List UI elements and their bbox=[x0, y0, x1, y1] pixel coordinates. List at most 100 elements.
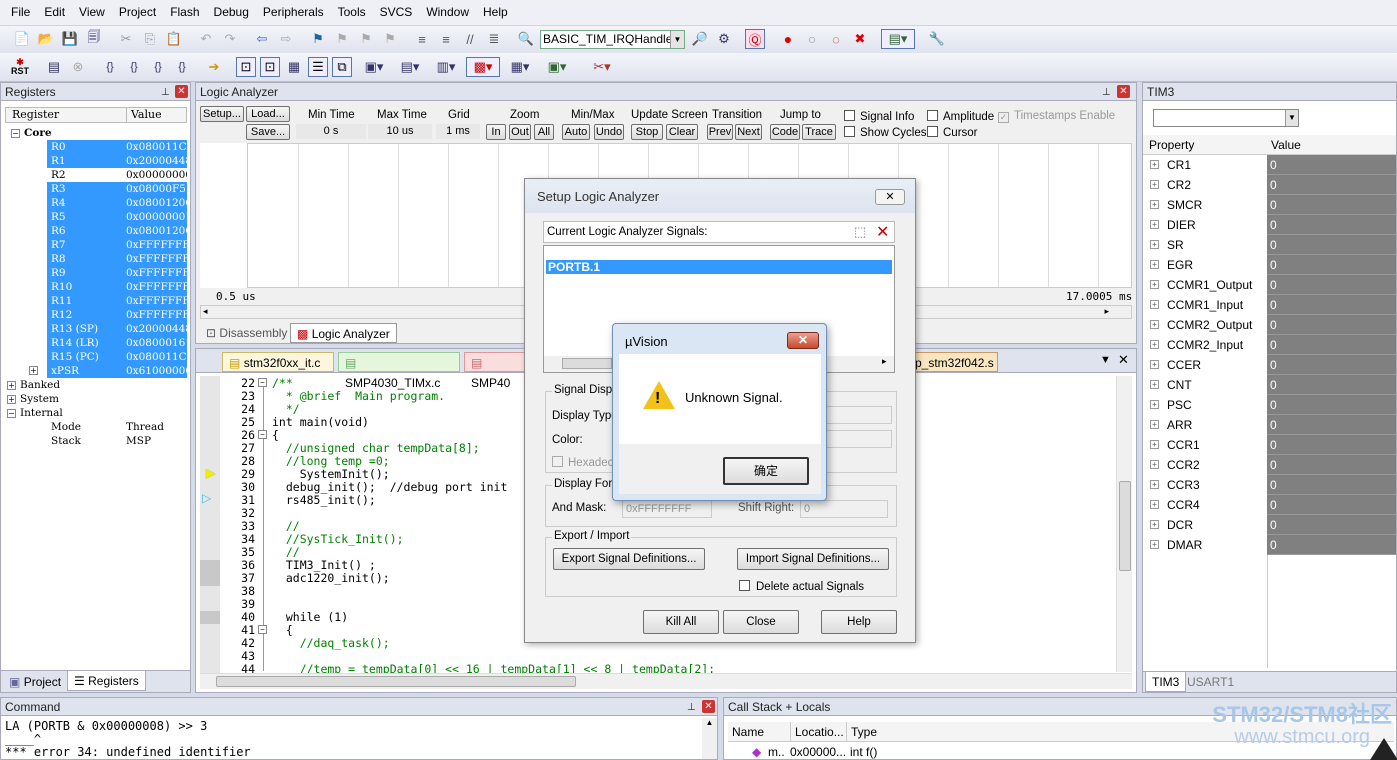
register-row[interactable]: R13 (SP) 0x20000448 bbox=[5, 322, 187, 336]
property-row[interactable]: + CCR3 0 bbox=[1143, 475, 1396, 495]
code-line[interactable]: 44 //temp = tempData[0] << 16 | tempData… bbox=[200, 663, 1114, 674]
tab-usart1[interactable]: USART1 bbox=[1181, 672, 1240, 692]
property-row[interactable]: + CCMR2_Input 0 bbox=[1143, 335, 1396, 355]
clear-button[interactable]: Clear bbox=[666, 124, 698, 140]
menu-flash[interactable]: Flash bbox=[163, 5, 206, 19]
unindent-icon[interactable]: ≡ bbox=[436, 29, 456, 49]
register-row[interactable]: R14 (LR) 0x08000161 bbox=[5, 336, 187, 350]
find-icon[interactable]: 🔎 bbox=[690, 29, 710, 49]
register-value[interactable]: 0xFFFFFFFF bbox=[123, 308, 187, 322]
zoom-out-button[interactable]: Out bbox=[509, 124, 531, 140]
property-row[interactable]: + CCR4 0 bbox=[1143, 495, 1396, 515]
pin-icon[interactable]: ⊥ bbox=[687, 699, 696, 717]
register-value[interactable]: 0xFFFFFFFF bbox=[123, 294, 187, 308]
property-row[interactable]: + EGR 0 bbox=[1143, 255, 1396, 275]
configure-icon[interactable]: 🔧 bbox=[927, 29, 947, 49]
property-value[interactable]: 0 bbox=[1267, 355, 1396, 375]
breakpoint-disable-all-icon[interactable]: ◌ bbox=[826, 29, 846, 49]
register-value[interactable]: 0x080011CD bbox=[123, 140, 187, 154]
redo-icon[interactable]: ↷ bbox=[220, 29, 240, 49]
property-value[interactable]: 0 bbox=[1267, 275, 1396, 295]
expand-icon[interactable]: + bbox=[1150, 220, 1159, 229]
property-value[interactable]: 0 bbox=[1267, 535, 1396, 555]
run-icon[interactable]: ▤ bbox=[44, 57, 64, 77]
nav-back-icon[interactable]: ⇦ bbox=[252, 29, 272, 49]
property-row[interactable]: + SR 0 bbox=[1143, 235, 1396, 255]
breakpoint-insert-icon[interactable]: ● bbox=[778, 29, 798, 49]
register-row[interactable]: R4 0x0800120C bbox=[5, 196, 187, 210]
menu-project[interactable]: Project bbox=[112, 5, 163, 19]
property-row[interactable]: + DIER 0 bbox=[1143, 215, 1396, 235]
serial-window-icon[interactable]: ▥▾ bbox=[432, 57, 460, 77]
comment-icon[interactable]: // bbox=[460, 29, 480, 49]
register-row[interactable]: R110xFFFFFFFF bbox=[5, 294, 187, 308]
export-signals-button[interactable]: Export Signal Definitions... bbox=[553, 548, 705, 570]
signal-item[interactable]: PORTB.1 bbox=[546, 260, 892, 274]
tab-project[interactable]: ▣ Project bbox=[3, 672, 67, 692]
collapse-icon[interactable]: − bbox=[11, 129, 20, 138]
register-row[interactable]: R3 0x08000F51 bbox=[5, 182, 187, 196]
delete-actual-checkbox[interactable]: Delete actual Signals bbox=[739, 580, 864, 593]
close-editor-icon[interactable]: ✕ bbox=[1118, 352, 1129, 368]
la-save-button[interactable]: Save... bbox=[246, 124, 290, 140]
new-signal-icon[interactable]: ⬚ bbox=[854, 224, 866, 240]
property-value[interactable]: 0 bbox=[1267, 255, 1396, 275]
disassembly-window-icon[interactable]: ⊡ bbox=[260, 57, 280, 77]
close-icon[interactable]: ✕ bbox=[1117, 85, 1130, 98]
expand-icon[interactable]: + bbox=[1150, 280, 1159, 289]
close-icon[interactable]: ✕ bbox=[175, 85, 188, 98]
expand-icon[interactable]: + bbox=[1150, 160, 1159, 169]
register-value[interactable]: 0x20000448 bbox=[123, 154, 187, 168]
property-row[interactable]: + CCR2 0 bbox=[1143, 455, 1396, 475]
register-value[interactable]: 0x08000F51 bbox=[123, 182, 187, 196]
bookmark-clear-icon[interactable]: ⚑ bbox=[380, 29, 400, 49]
bookmark-icon[interactable]: ⚑ bbox=[308, 29, 328, 49]
register-value[interactable]: 0x0800120C bbox=[123, 196, 187, 210]
fold-toggle-icon[interactable]: − bbox=[258, 378, 267, 387]
show-cycles-checkbox[interactable]: Show Cycles bbox=[844, 126, 926, 139]
expand-icon[interactable]: + bbox=[1150, 480, 1159, 489]
expand-icon[interactable]: + bbox=[29, 366, 38, 375]
symbols-window-icon[interactable]: ▦ bbox=[284, 57, 304, 77]
expand-icon[interactable]: + bbox=[7, 395, 16, 404]
property-value[interactable]: 0 bbox=[1267, 515, 1396, 535]
property-value[interactable]: 0 bbox=[1267, 335, 1396, 355]
ok-button[interactable]: 确定 bbox=[723, 457, 809, 485]
register-value[interactable]: 0x080011CC bbox=[123, 350, 187, 364]
bookmark-next-icon[interactable]: ⚑ bbox=[356, 29, 376, 49]
property-value[interactable]: 0 bbox=[1267, 395, 1396, 415]
chevron-down-icon[interactable]: ▼ bbox=[1285, 110, 1298, 126]
debug-session-icon[interactable]: Ⓠ bbox=[745, 29, 765, 49]
property-value[interactable]: 0 bbox=[1267, 155, 1396, 175]
scroll-thumb[interactable] bbox=[1119, 481, 1131, 571]
close-button[interactable]: Close bbox=[723, 610, 799, 634]
register-row[interactable]: + xPSR 0x61000000 bbox=[5, 364, 187, 378]
expand-icon[interactable]: + bbox=[1150, 300, 1159, 309]
find-in-files-icon[interactable]: 🔍 bbox=[516, 29, 536, 49]
property-row[interactable]: + CNT 0 bbox=[1143, 375, 1396, 395]
collapse-icon[interactable]: − bbox=[7, 409, 16, 418]
step-out-icon[interactable]: {} bbox=[148, 57, 168, 77]
step-into-icon[interactable]: {} bbox=[100, 57, 120, 77]
function-combo[interactable]: BASIC_TIM_IRQHandler ▼ bbox=[540, 30, 685, 49]
property-value[interactable]: 0 bbox=[1267, 375, 1396, 395]
chevron-down-icon[interactable]: ▼ bbox=[670, 31, 684, 48]
close-icon[interactable]: ✕ bbox=[702, 700, 715, 713]
close-icon[interactable]: ✕ bbox=[787, 332, 819, 349]
tab-disassembly[interactable]: ⊡ Disassembly bbox=[200, 323, 293, 343]
property-row[interactable]: + ARR 0 bbox=[1143, 415, 1396, 435]
expand-icon[interactable]: + bbox=[1150, 260, 1159, 269]
expand-icon[interactable]: + bbox=[1150, 520, 1159, 529]
tree-stack[interactable]: Stack MSP bbox=[5, 434, 187, 448]
copy-icon[interactable]: ⎘ bbox=[140, 29, 160, 49]
expand-icon[interactable]: + bbox=[1150, 460, 1159, 469]
register-row[interactable]: R6 0x0800120C bbox=[5, 224, 187, 238]
new-file-icon[interactable]: 📄 bbox=[12, 29, 32, 49]
delete-signal-icon[interactable]: ✕ bbox=[876, 222, 889, 242]
expand-icon[interactable]: + bbox=[1150, 240, 1159, 249]
property-row[interactable]: + DMAR 0 bbox=[1143, 535, 1396, 555]
kill-all-button[interactable]: Kill All bbox=[643, 610, 719, 634]
register-value[interactable]: 0x00000000 bbox=[123, 168, 187, 182]
indent-icon[interactable]: ≡ bbox=[412, 29, 432, 49]
pin-icon[interactable]: ⊥ bbox=[161, 84, 170, 102]
